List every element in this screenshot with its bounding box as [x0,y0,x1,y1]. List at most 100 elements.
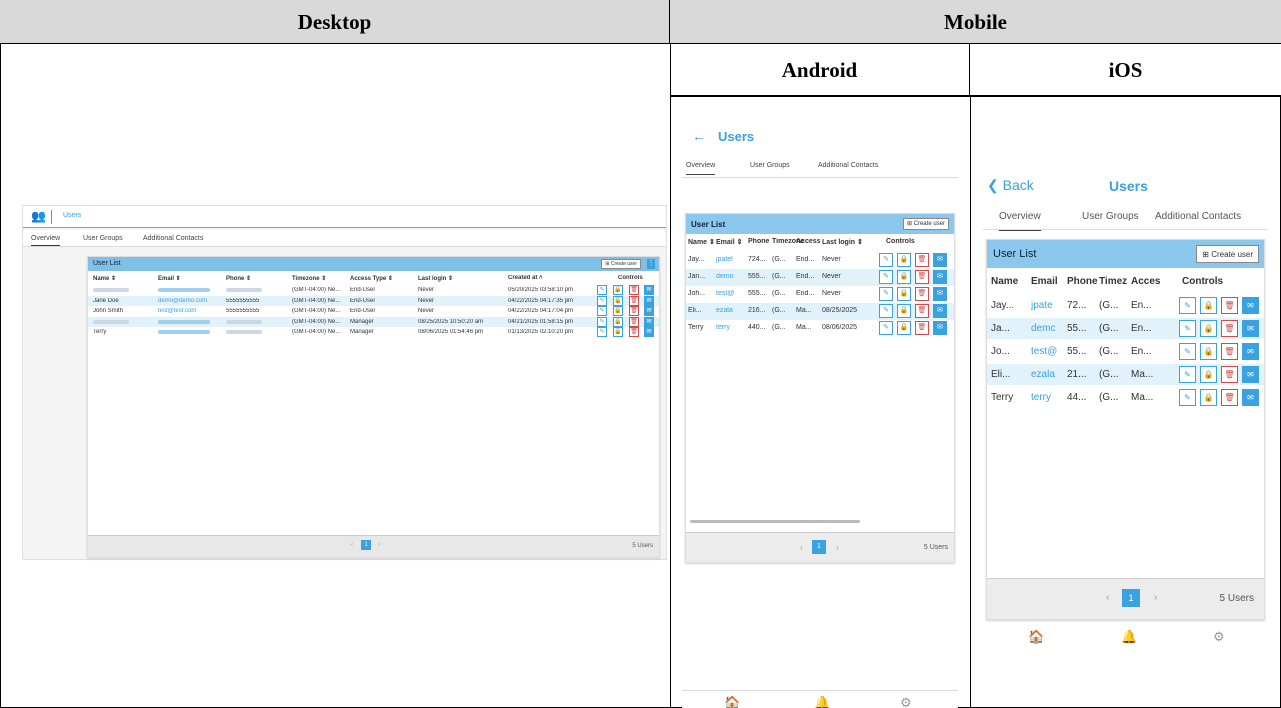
column-header[interactable]: Last login ⇕ [418,275,453,282]
column-header[interactable]: Email ⇕ [716,238,743,246]
home-icon[interactable]: 🏠 [724,695,740,708]
column-header[interactable]: Phone [748,238,769,245]
create-user-button[interactable]: ⊞ Create user [601,259,641,269]
edit-icon[interactable]: ✎ [597,295,607,306]
mail-icon[interactable]: ✉ [1242,297,1259,314]
page-current-button[interactable]: 1 [1122,589,1140,607]
delete-icon[interactable]: 🗑 [915,270,929,284]
mail-icon[interactable]: ✉ [1242,366,1259,383]
page-next-button[interactable]: › [1154,592,1157,603]
edit-icon[interactable]: ✎ [597,327,607,337]
cell-email[interactable]: ezala [1031,369,1055,380]
column-header[interactable]: Controls [618,275,643,281]
column-header[interactable]: Last login ⇕ [822,238,863,246]
back-arrow-icon[interactable]: ← [692,128,706,144]
gear-icon[interactable]: ⚙ [1213,629,1225,645]
lock-icon[interactable]: 🔒 [897,304,911,318]
edit-icon[interactable]: ✎ [1179,366,1196,383]
column-header[interactable]: Phone ⇕ [226,275,251,282]
tab-additional-contacts[interactable]: Additional Contacts [818,162,878,169]
cell-email[interactable]: test@ [716,290,734,297]
delete-icon[interactable]: 🗑 [1221,366,1238,383]
cell-email[interactable]: demc [1031,323,1055,334]
lock-icon[interactable]: 🔒 [897,270,911,284]
lock-icon[interactable]: 🔒 [1200,297,1217,314]
tab-additional-contacts[interactable]: Additional Contacts [1155,211,1241,222]
delete-icon[interactable]: 🗑 [629,295,639,306]
tab-overview[interactable]: Overview [999,211,1041,231]
mail-icon[interactable]: ✉ [1242,389,1259,406]
column-header[interactable]: Email [1031,276,1058,287]
back-button[interactable]: ❮ Back [987,177,1034,194]
column-header[interactable]: Timezone ⇕ [292,275,326,282]
cell-email[interactable]: terry [1031,392,1051,403]
create-user-button[interactable]: ⊞ Create user [902,218,949,230]
page-prev-button[interactable]: ‹ [351,542,353,548]
cell-email[interactable]: terry [716,324,730,331]
edit-icon[interactable]: ✎ [1179,343,1196,360]
horizontal-scrollbar[interactable] [690,520,860,523]
column-header[interactable]: Timez [1099,276,1127,287]
mail-icon[interactable]: ✉ [933,287,947,301]
delete-icon[interactable]: 🗑 [915,304,929,318]
lock-icon[interactable]: 🔒 [613,327,623,337]
mail-icon[interactable]: ✉ [644,316,654,327]
home-icon[interactable]: 🏠 [1028,629,1044,645]
column-header[interactable]: Email ⇕ [158,275,181,282]
delete-icon[interactable]: 🗑 [1221,343,1238,360]
delete-icon[interactable]: 🗑 [629,316,639,327]
cell-email[interactable]: jpatel [716,256,733,263]
create-user-button[interactable]: ⊞ Create user [1196,245,1259,263]
edit-icon[interactable]: ✎ [879,287,893,301]
edit-icon[interactable]: ✎ [879,304,893,318]
column-header[interactable]: Phone [1067,276,1098,287]
edit-icon[interactable]: ✎ [1179,320,1196,337]
delete-icon[interactable]: 🗑 [1221,297,1238,314]
tab-user-groups[interactable]: User Groups [750,162,790,169]
tab-user-groups[interactable]: User Groups [1082,211,1139,222]
cell-email[interactable]: jpate [1031,300,1053,311]
column-header[interactable]: Access [796,238,821,245]
column-header[interactable]: Access Type ⇕ [350,275,393,282]
edit-icon[interactable]: ✎ [1179,297,1196,314]
tab-user-groups[interactable]: User Groups [83,235,123,242]
gear-icon[interactable]: ⚙ [900,695,912,708]
lock-icon[interactable]: 🔒 [1200,366,1217,383]
page-next-button[interactable]: › [836,543,839,552]
column-header[interactable]: Name [991,276,1018,287]
lock-icon[interactable]: 🔒 [1200,343,1217,360]
users-logo-icon[interactable]: 👥 [31,209,47,223]
delete-icon[interactable]: 🗑 [1221,320,1238,337]
cell-email[interactable]: test@ [1031,346,1057,357]
mail-icon[interactable]: ✉ [933,270,947,284]
mail-icon[interactable]: ✉ [644,285,654,295]
edit-icon[interactable]: ✎ [597,285,607,295]
mail-icon[interactable]: ✉ [1242,343,1259,360]
kebab-menu-icon[interactable]: ⋮ [647,259,655,269]
cell-email[interactable]: ezala [716,307,733,314]
edit-icon[interactable]: ✎ [879,321,893,335]
bell-icon[interactable]: 🔔 [1121,629,1137,645]
column-header[interactable]: Acces [1131,276,1160,287]
column-header[interactable]: Name ⇕ [688,238,715,246]
delete-icon[interactable]: 🗑 [915,253,929,267]
tab-overview[interactable]: Overview [686,162,716,175]
column-header[interactable]: Created at ˄ [508,275,543,281]
cell-email[interactable]: demo [716,273,734,280]
lock-icon[interactable]: 🔒 [1200,389,1217,406]
page-next-button[interactable]: › [378,542,380,548]
lock-icon[interactable]: 🔒 [1200,320,1217,337]
bell-icon[interactable]: 🔔 [814,695,830,708]
lock-icon[interactable]: 🔒 [613,295,623,306]
tab-additional-contacts[interactable]: Additional Contacts [143,235,203,242]
edit-icon[interactable]: ✎ [879,270,893,284]
mail-icon[interactable]: ✉ [1242,320,1259,337]
delete-icon[interactable]: 🗑 [915,321,929,335]
cell-email[interactable]: test@test.com [158,308,196,314]
page-current-button[interactable]: 1 [361,540,371,550]
column-header[interactable]: Controls [1182,276,1223,287]
page-prev-button[interactable]: ‹ [800,543,803,552]
tab-overview[interactable]: Overview [31,235,61,246]
mail-icon[interactable]: ✉ [644,327,654,337]
delete-icon[interactable]: 🗑 [629,306,639,316]
